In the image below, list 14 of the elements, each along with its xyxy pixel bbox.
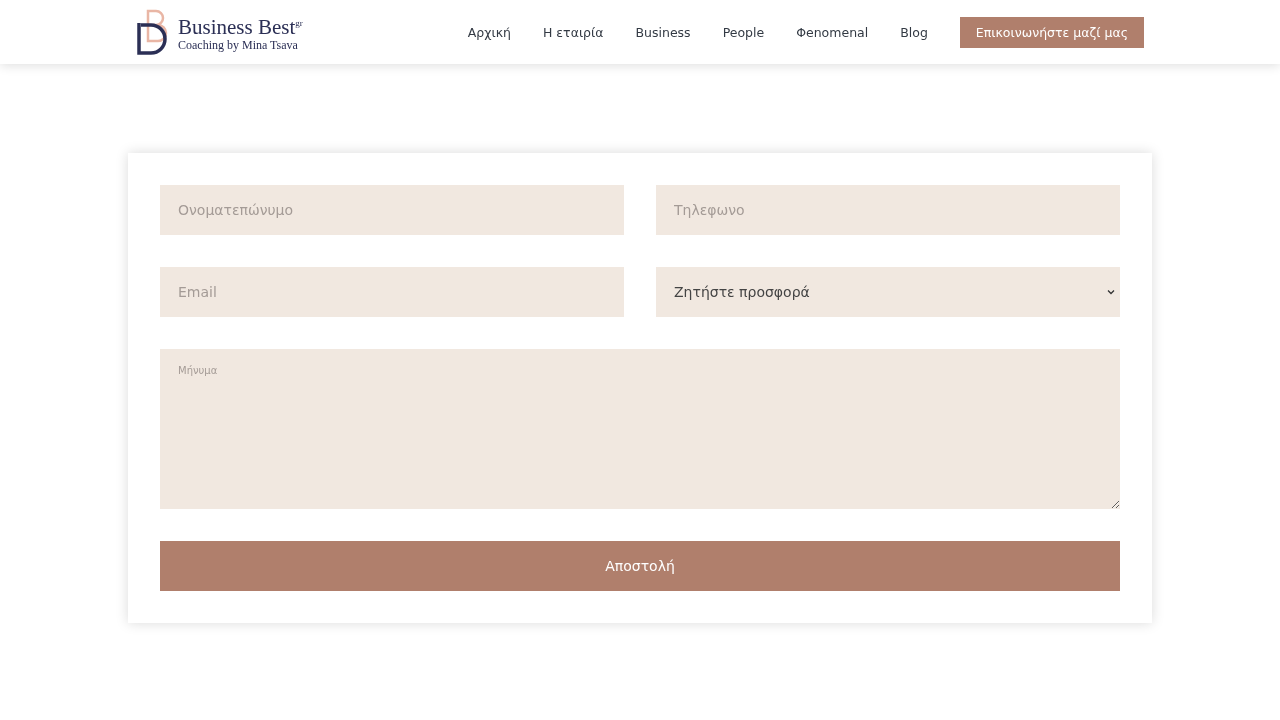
nav-link[interactable]: Η εταιρία bbox=[543, 24, 604, 40]
chevron-down-icon bbox=[1106, 287, 1116, 297]
input-field[interactable]: Email bbox=[160, 267, 624, 317]
nav-link[interactable]: Φenomenal bbox=[796, 24, 869, 40]
nav-link[interactable]: Αρχική bbox=[467, 24, 511, 40]
nav-link[interactable]: Blog bbox=[900, 24, 928, 40]
input-field[interactable]: Ονοματεπώνυμο bbox=[160, 185, 624, 235]
message-field[interactable]: Μήνυμα bbox=[160, 349, 1120, 509]
select-field[interactable]: Ζητήστε προσφορά bbox=[656, 267, 1120, 317]
input-field[interactable]: Τηλεφωνο bbox=[656, 185, 1120, 235]
logo-title: Business Best$^{gr}$ bbox=[178, 14, 303, 38]
nav-link[interactable]: Business bbox=[635, 24, 691, 40]
logo-subtitle: Coaching by Mina Tsava bbox=[178, 38, 299, 52]
nav-link[interactable]: People bbox=[722, 24, 765, 40]
